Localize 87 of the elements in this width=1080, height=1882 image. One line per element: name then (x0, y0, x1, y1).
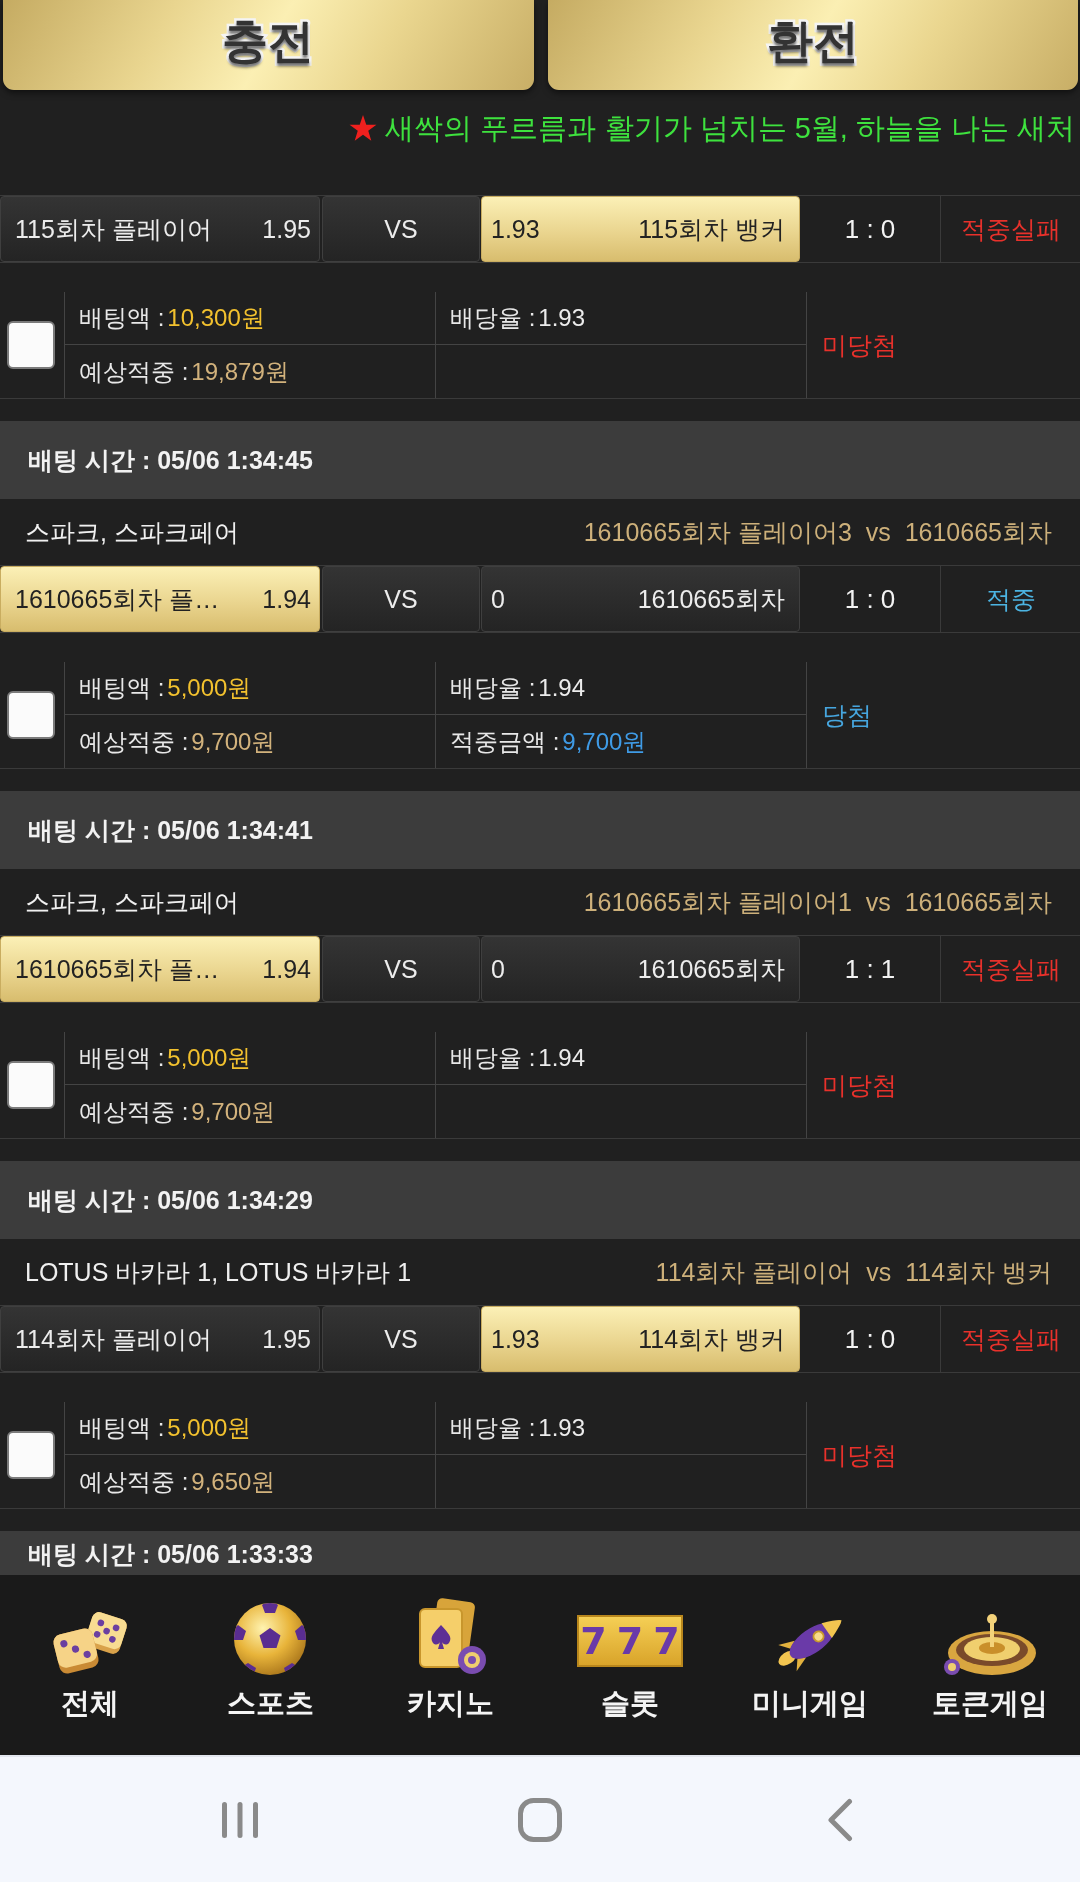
game-name: 스파크, 스파크페어 (25, 516, 239, 548)
vs-cell: VS (322, 196, 480, 262)
game-name: LOTUS 바카라 1, LOTUS 바카라 1 (25, 1256, 412, 1288)
field-label: 배팅액 : (79, 673, 165, 703)
field-label: 배당율 : (450, 303, 536, 333)
field-value: 19,879원 (191, 356, 289, 387)
vs-cell: VS (322, 566, 480, 632)
matchup-text: 114회차 플레이어 vs 114회차 뱅커 (655, 1256, 1052, 1288)
pick-name: 1610665회차 플… (15, 583, 220, 615)
game-name: 스파크, 스파크페어 (25, 886, 239, 918)
status-text: 당첨 (822, 699, 872, 731)
field-value: 1.93 (538, 1414, 586, 1442)
field-value: 1.93 (538, 304, 586, 332)
field-label: 예상적중 : (79, 1096, 189, 1127)
pick-odds: 1.94 (262, 954, 311, 984)
pick-odds: 1.94 (262, 584, 311, 614)
select-checkbox[interactable] (7, 1061, 55, 1109)
result-text: 적중 (985, 583, 1036, 615)
field-value: 5,000원 (167, 1413, 252, 1443)
bet-time-text: 배팅 시간 : 05/06 1:33:33 (28, 1539, 313, 1569)
casino-tab[interactable]: 카지노 (360, 1575, 540, 1755)
matchup-text: 1610665회차 플레이어1 vs 1610665회차 (583, 886, 1052, 918)
soccer-ball-icon (232, 1601, 308, 1677)
bet-time-text: 배팅 시간 : 05/06 1:34:45 (28, 445, 313, 475)
field-label: 배당율 : (450, 1413, 536, 1443)
field-label: 예상적중 : (79, 356, 189, 387)
pick-name: 114회차 뱅커 (638, 1323, 785, 1355)
result-text: 적중실패 (960, 213, 1061, 245)
pick-name: 115회차 플레이어 (15, 213, 212, 245)
pick-odds: 1.93 (491, 214, 540, 244)
token-game-tab[interactable]: 토큰게임 (900, 1575, 1080, 1755)
bet-time-text: 배팅 시간 : 05/06 1:34:41 (28, 815, 313, 845)
field-value: 1.94 (538, 1044, 586, 1072)
pick-odds: 1.93 (491, 1324, 540, 1354)
pick-name: 115회차 뱅커 (638, 213, 785, 245)
vs-cell: VS (322, 936, 480, 1002)
all-tab[interactable]: 전체 (0, 1575, 180, 1755)
score-text: 1 : 1 (844, 953, 896, 985)
field-value: 5,000원 (167, 673, 252, 703)
select-checkbox[interactable] (7, 691, 55, 739)
score-text: 1 : 0 (844, 1323, 896, 1355)
pick-odds: 1.95 (262, 1324, 311, 1354)
pick-odds: 1.95 (262, 214, 311, 244)
pick-odds: 0 (491, 954, 505, 984)
field-label: 배팅액 : (79, 303, 165, 333)
pick-name: 1610665회차 (637, 953, 785, 985)
result-text: 적중실패 (960, 1323, 1061, 1355)
back-icon[interactable] (827, 1797, 853, 1842)
star-icon (349, 115, 378, 142)
field-label: 배팅액 : (79, 1043, 165, 1073)
status-text: 미당첨 (822, 1439, 897, 1471)
matchup-text: 1610665회차 플레이어3 vs 1610665회차 (583, 516, 1052, 548)
field-label: 적중금액 : (450, 726, 560, 757)
field-label: 배당율 : (450, 1043, 536, 1073)
home-icon[interactable] (518, 1797, 562, 1842)
deposit-button[interactable]: 충전 (3, 0, 534, 90)
field-label: 예상적중 : (79, 726, 189, 757)
notice-text: 새싹의 푸르름과 활기가 넘치는 5월, 하늘을 나는 새처 (385, 111, 1075, 146)
vs-cell: VS (322, 1306, 480, 1372)
pick-odds: 0 (491, 584, 505, 614)
select-checkbox[interactable] (7, 321, 55, 369)
field-value: 9,700원 (191, 1096, 276, 1127)
field-label: 배당율 : (450, 673, 536, 703)
field-value: 9,700원 (191, 726, 276, 757)
pick-name: 114회차 플레이어 (15, 1323, 212, 1355)
field-value: 1.94 (538, 674, 586, 702)
bet-time-text: 배팅 시간 : 05/06 1:34:29 (28, 1185, 313, 1215)
field-value: 5,000원 (167, 1043, 252, 1073)
slot-reels: 777 (577, 1615, 683, 1667)
status-text: 미당첨 (822, 1069, 897, 1101)
score-text: 1 : 0 (844, 213, 896, 245)
minigame-tab[interactable]: 미니게임 (720, 1575, 900, 1755)
pick-name: 1610665회차 (637, 583, 785, 615)
field-value: 10,300원 (167, 303, 265, 333)
field-value: 9,650원 (191, 1466, 276, 1497)
slot-tab[interactable]: 777 슬롯 (540, 1575, 720, 1755)
field-value: 9,700원 (562, 726, 647, 757)
sports-tab[interactable]: 스포츠 (180, 1575, 360, 1755)
result-text: 적중실패 (960, 953, 1061, 985)
pick-name: 1610665회차 플… (15, 953, 220, 985)
score-text: 1 : 0 (844, 583, 896, 615)
status-text: 미당첨 (822, 329, 897, 361)
recent-apps-icon[interactable] (220, 1799, 260, 1840)
select-checkbox[interactable] (7, 1431, 55, 1479)
field-label: 배팅액 : (79, 1413, 165, 1443)
field-label: 예상적중 : (79, 1466, 189, 1497)
withdraw-button[interactable]: 환전 (547, 0, 1078, 90)
